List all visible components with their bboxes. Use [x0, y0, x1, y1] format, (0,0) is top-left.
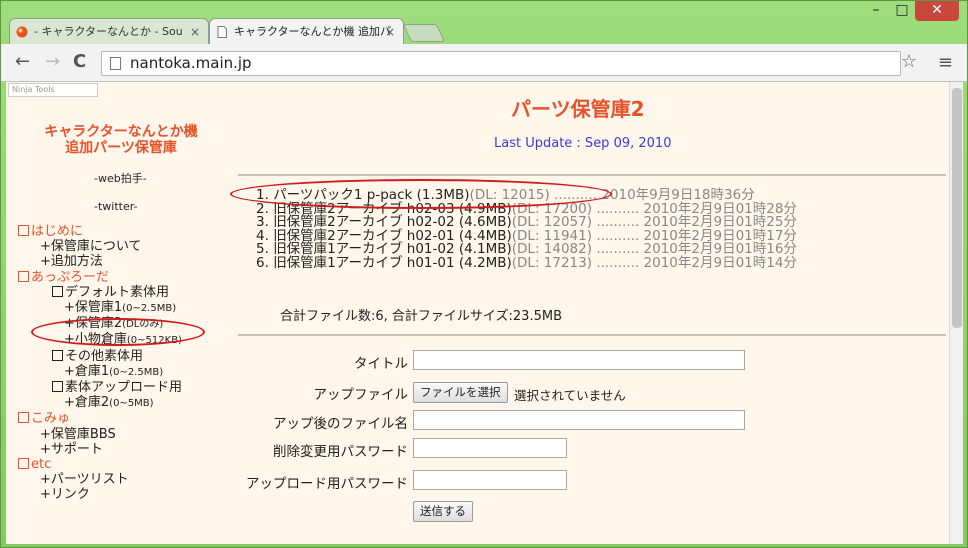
menu-icon[interactable]: ≡	[938, 52, 953, 73]
nav-group-label: その他素体用	[65, 348, 144, 364]
nav-group-label: 素体アップロード用	[65, 380, 183, 396]
tab-label: キャラクターなんとか機 追加パ	[234, 25, 392, 38]
checkbox-icon	[52, 349, 63, 361]
file-size: (4.2MB)	[458, 254, 512, 271]
file-label: アップファイル	[313, 387, 409, 403]
no-file-text: 選択されていません	[514, 388, 626, 403]
nav-section-uploader: あっぷろーだ	[18, 270, 182, 285]
upload-password-label: アップロード用パスワード	[246, 476, 408, 492]
file-dl-count: (DL: 17213)	[511, 254, 593, 271]
nav-item[interactable]: +保管庫について	[18, 239, 182, 254]
nav-item-label: +倉庫2	[64, 395, 110, 411]
file-num: 6.	[256, 254, 269, 271]
page-viewport: Ninja Tools キャラクターなんとか機 追加パーツ保管庫 -web拍手-…	[6, 82, 949, 544]
nav-item-label: +倉庫1	[64, 363, 110, 379]
nav-section-etc: etc	[18, 457, 182, 472]
nav-section-hajimeni: はじめに	[18, 224, 182, 239]
scrollbar-thumb[interactable]	[952, 88, 962, 328]
nav-item-size: (0~2.5MB)	[122, 303, 177, 315]
scrollbar[interactable]	[949, 82, 963, 544]
nav-group: 素体アップロード用	[18, 380, 182, 395]
nav-group: その他素体用	[18, 349, 182, 364]
nav-item[interactable]: +倉庫1(0~2.5MB)	[18, 364, 182, 380]
nav-item[interactable]: +倉庫2(0~5MB)	[18, 395, 182, 411]
site-title-line1: キャラクターなんとか機	[44, 124, 198, 140]
nav-link[interactable]: etc	[31, 457, 51, 472]
checkbox-icon	[18, 270, 29, 282]
upload-password-input[interactable]	[413, 470, 567, 490]
divider	[238, 174, 946, 176]
file-date: 2010年2月9日01時14分	[643, 254, 797, 271]
browser-window: – □ ✕ - キャラクターなんとか - Sou × キャラクターなんとか機 追…	[0, 0, 968, 548]
tab-close-icon[interactable]: ×	[385, 19, 395, 44]
page-title: パーツ保管庫2	[511, 97, 645, 121]
web-clap-link[interactable]: -web拍手-	[94, 170, 147, 186]
checkbox-icon	[18, 225, 29, 236]
nav-tree: はじめに +保管庫について +追加方法 あっぷろーだ デフォルト素体用 +保管庫…	[18, 224, 182, 503]
nav-item[interactable]: +保管庫1(0~2.5MB)	[18, 300, 182, 316]
site-title-line2: 追加パーツ保管庫	[65, 140, 177, 156]
file-row[interactable]: 6. 旧保管庫1アーカイブ h01-01 (4.2MB)(DL: 17213) …	[256, 254, 797, 271]
last-update: Last Update : Sep 09, 2010	[494, 136, 672, 151]
reload-button[interactable]: C	[73, 51, 86, 72]
toolbar: ← → C nantoka.main.jp ☆ ≡	[1, 44, 967, 82]
favicon-icon	[16, 26, 28, 38]
title-label: タイトル	[354, 356, 408, 372]
nav-item[interactable]: +サポート	[18, 442, 182, 457]
checkbox-icon	[18, 458, 29, 470]
nav-item-label: +保管庫1	[64, 300, 123, 316]
filename-input[interactable]	[413, 410, 745, 430]
title-input[interactable]	[413, 350, 745, 370]
divider	[238, 334, 946, 336]
total-summary: 合計ファイル数:6, 合計ファイルサイズ:23.5MB	[280, 309, 562, 324]
twitter-link[interactable]: -twitter-	[94, 200, 138, 213]
nav-group: デフォルト素体用	[18, 285, 182, 300]
annotation-ellipse-file1	[230, 179, 612, 209]
checkbox-icon	[52, 285, 63, 297]
tab-close-icon[interactable]: ×	[190, 19, 200, 44]
nav-item[interactable]: +保管庫BBS	[18, 427, 182, 442]
nav-link[interactable]: こみゅ	[31, 411, 70, 426]
checkbox-icon	[18, 412, 29, 424]
nav-item-size: (0~2.5MB)	[109, 366, 164, 378]
file-dots: ..........	[596, 254, 640, 271]
site-title: キャラクターなんとか機 追加パーツ保管庫	[36, 124, 206, 156]
back-button[interactable]: ←	[15, 51, 30, 72]
delete-password-label: 削除変更用パスワード	[273, 444, 408, 460]
submit-button[interactable]: 送信する	[413, 501, 473, 522]
nav-link[interactable]: はじめに	[31, 224, 83, 239]
checkbox-icon	[52, 381, 63, 393]
page-icon	[217, 26, 227, 38]
nav-section-community: こみゅ	[18, 411, 182, 426]
tab-label: - キャラクターなんとか - Sou	[34, 25, 183, 38]
file-name[interactable]: 旧保管庫1アーカイブ h01-01	[273, 255, 454, 271]
tab-active[interactable]: キャラクターなんとか機 追加パ ×	[209, 18, 404, 44]
nav-item[interactable]: +リンク	[18, 487, 182, 502]
choose-file-button[interactable]: ファイルを選択	[413, 382, 508, 403]
nav-group-label: デフォルト素体用	[65, 284, 170, 300]
nav-item[interactable]: +追加方法	[18, 254, 182, 269]
forward-button[interactable]: →	[45, 51, 60, 72]
nav-item[interactable]: +パーツリスト	[18, 472, 182, 487]
new-tab-button[interactable]	[402, 24, 446, 42]
nav-item-size: (0~5MB)	[109, 398, 154, 410]
page-icon	[110, 57, 121, 70]
annotation-ellipse-storage2	[31, 318, 205, 346]
tab-inactive[interactable]: - キャラクターなんとか - Sou ×	[9, 18, 209, 44]
address-bar[interactable]: nantoka.main.jp	[101, 51, 901, 76]
ninja-tools-badge[interactable]: Ninja Tools	[8, 83, 98, 97]
url-text: nantoka.main.jp	[130, 54, 252, 72]
delete-password-input[interactable]	[413, 438, 567, 458]
filename-label: アップ後のファイル名	[273, 416, 408, 432]
tab-strip: - キャラクターなんとか - Sou × キャラクターなんとか機 追加パ ×	[9, 18, 949, 44]
nav-link[interactable]: あっぷろーだ	[31, 270, 109, 285]
bookmark-star-icon[interactable]: ☆	[901, 51, 917, 72]
